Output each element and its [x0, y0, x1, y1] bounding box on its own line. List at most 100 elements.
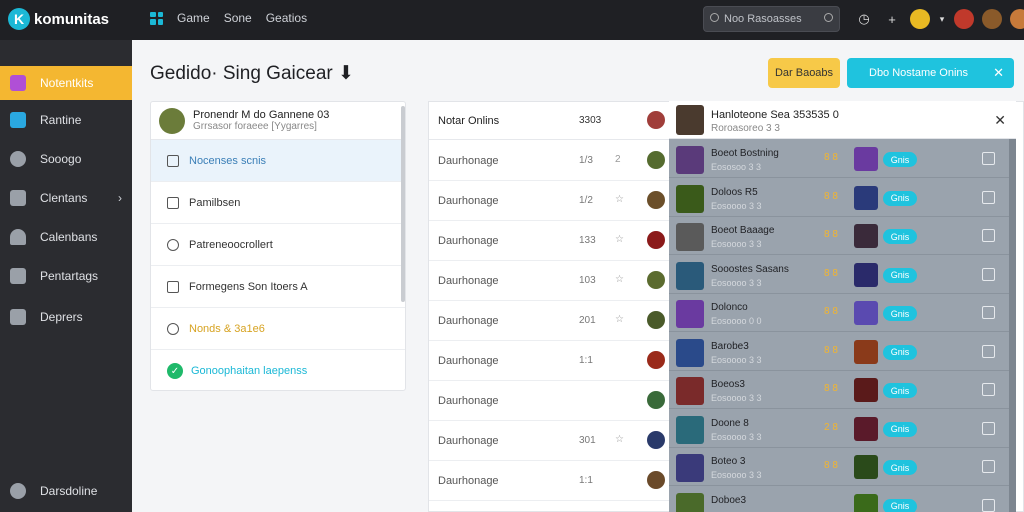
user-avatar[interactable]	[910, 9, 930, 29]
close-icon[interactable]: ✕	[994, 112, 1006, 129]
topnav-item[interactable]: Sone	[224, 11, 252, 25]
checkbox-icon[interactable]	[982, 267, 995, 281]
thumbnail	[854, 455, 878, 479]
action-pill-button[interactable]: Gnis	[883, 460, 917, 475]
scrollbar[interactable]	[401, 106, 405, 302]
list-item[interactable]: Doboe3 Gnis	[669, 487, 1009, 512]
list-item[interactable]: Boeot Bostning Eososoo 3 3 8 8 Gnis	[669, 140, 1009, 178]
star-icon[interactable]: ☆	[615, 314, 624, 325]
list-item[interactable]: Sooostes Sasans Eosoooo 3 3 8 8 Gnis	[669, 256, 1009, 294]
item-title: Doloos R5	[711, 186, 758, 198]
list-item[interactable]: Patreneoocrollert	[151, 224, 405, 266]
checkbox-icon[interactable]	[982, 152, 995, 165]
table-row[interactable]: Daurhonage 301 ☆	[429, 421, 669, 461]
table-row[interactable]: Daurhonage 1/3 2	[429, 141, 669, 181]
star-icon[interactable]: ☆	[615, 194, 624, 205]
action-pill-button[interactable]: Gnis	[883, 498, 917, 512]
checkbox-icon[interactable]	[982, 460, 995, 473]
avatar	[647, 351, 665, 369]
badge: 8 8	[824, 229, 838, 240]
sidebar-item-pentartags[interactable]: Pentartags	[0, 259, 132, 293]
avatar[interactable]	[982, 9, 1002, 29]
table-row[interactable]: Daurhonage 201 ☆	[429, 301, 669, 341]
list-item[interactable]: Boeot Baaage Eosoooo 3 3 8 8 Gnis	[669, 217, 1009, 255]
action-pill-button[interactable]: Gnis	[883, 152, 917, 167]
table-row[interactable]: Daurhonage 103 ☆	[429, 261, 669, 301]
list-item[interactable]: Pamilbsen	[151, 182, 405, 224]
table-row[interactable]: Daurhonage 1:1	[429, 461, 669, 501]
secondary-button-label: Dbo Nostame Onins	[869, 67, 969, 79]
clock-icon[interactable]: ◷	[854, 9, 874, 29]
sidebar-item-deprers[interactable]: Deprers	[0, 300, 132, 334]
sidebar-item-darsdoline[interactable]: Darsdoline	[0, 474, 132, 508]
list-item[interactable]: Formegens Son Itoers A	[151, 266, 405, 308]
sidebar-item-notentkits[interactable]: Notentkits	[0, 66, 132, 100]
topnav-item[interactable]: Game	[177, 11, 210, 25]
person-icon	[10, 229, 26, 245]
list-item[interactable]: ✓ Gonoophaitan laepenss	[151, 350, 405, 392]
action-pill-button[interactable]: Gnis	[883, 229, 917, 244]
star-icon[interactable]: 2	[615, 154, 621, 165]
avatar	[647, 471, 665, 489]
checkbox-icon[interactable]	[982, 229, 995, 242]
primary-button[interactable]: Dar Baoabs	[768, 58, 840, 88]
topnav-item[interactable]: Geatios	[266, 11, 307, 25]
avatar[interactable]	[954, 9, 974, 29]
table-row[interactable]: Daurhonage 1/2 ☆	[429, 181, 669, 221]
star-icon[interactable]: ☆	[615, 234, 624, 245]
sidebar-item-calenbans[interactable]: Calenbans	[0, 220, 132, 254]
action-pill-button[interactable]: Gnis	[883, 306, 917, 321]
action-pill-button[interactable]: Gnis	[883, 421, 917, 437]
top-bar: K komunitas Game Sone Geatios Noo Rasoas…	[0, 0, 1024, 40]
list-item[interactable]: Nonds & 3a1e6	[151, 308, 405, 350]
table-row[interactable]: Daurhonage 133 ☆	[429, 221, 669, 261]
member-count: 103	[579, 275, 596, 286]
search-submit-icon[interactable]	[824, 13, 833, 22]
action-pill-button[interactable]: Gnis	[883, 383, 917, 398]
list-item[interactable]: Doloos R5 Eosoooo 3 3 8 8 Gnis	[669, 179, 1009, 217]
item-title: Sooostes Sasans	[711, 263, 789, 275]
list-item[interactable]: Barobe3 Eosoooo 3 3 8 8 Gnis	[669, 333, 1009, 371]
list-item[interactable]: Nocenses scnis	[151, 140, 405, 182]
list-item[interactable]: Boeos3 Eosoooo 3 3 8 8 Gnis	[669, 371, 1009, 409]
app-logo[interactable]: K komunitas	[8, 8, 109, 30]
list-item-label: Nocenses scnis	[189, 154, 267, 167]
checkbox-icon[interactable]	[982, 421, 995, 435]
checkbox-icon[interactable]	[982, 190, 995, 204]
folder-icon	[10, 190, 26, 206]
secondary-button[interactable]: Dbo Nostame Onins ✕	[847, 58, 1014, 88]
item-subtitle: Eosoooo 0 0	[711, 316, 762, 326]
list-item[interactable]: Boteo 3 Eosoooo 3 3 8 8 Gnis	[669, 448, 1009, 486]
list-item[interactable]: Doone 8 Eosoooo 3 3 2 8 Gnis	[669, 410, 1009, 448]
panel-title: Pronendr M do Gannene 03	[193, 109, 330, 121]
search-icon	[710, 13, 719, 22]
star-icon[interactable]: ☆	[615, 274, 624, 285]
sidebar-item-sooogo[interactable]: Sooogo	[0, 142, 132, 176]
thumbnail	[854, 416, 878, 441]
action-pill-button[interactable]: Gnis	[883, 267, 917, 283]
star-icon[interactable]: ☆	[615, 434, 624, 445]
checkbox-icon[interactable]	[982, 383, 995, 396]
avatar[interactable]	[1010, 9, 1024, 29]
checkbox-icon	[167, 280, 179, 293]
sidebar-item-rantine[interactable]: Rantine	[0, 103, 132, 137]
apps-grid-icon[interactable]	[150, 11, 163, 25]
list-item[interactable]: Dolonco Eosoooo 0 0 8 8 Gnis	[669, 294, 1009, 332]
badge: 8 8	[824, 460, 838, 471]
action-pill-button[interactable]: Gnis	[883, 344, 917, 360]
table-row[interactable]: Daurhonage	[429, 381, 669, 421]
sidebar-item-clentans[interactable]: Clentans ›	[0, 181, 132, 215]
search-input[interactable]: Noo Rasoasses	[703, 6, 840, 32]
checkbox-icon[interactable]	[982, 344, 995, 358]
plus-icon[interactable]: +	[882, 9, 902, 29]
checkbox-icon[interactable]	[982, 498, 995, 512]
close-icon[interactable]: ✕	[993, 65, 1004, 81]
sidebar-item-label: Darsdoline	[40, 484, 98, 498]
table-row[interactable]: Daurhonage 1:1	[429, 341, 669, 381]
badge: 8 8	[824, 306, 838, 317]
action-pill-button[interactable]: Gnis	[883, 190, 917, 206]
checkbox-icon[interactable]	[982, 306, 995, 319]
thumbnail	[854, 378, 878, 402]
chevron-down-icon[interactable]: ▾	[938, 9, 946, 29]
scrollbar[interactable]	[1009, 139, 1016, 512]
